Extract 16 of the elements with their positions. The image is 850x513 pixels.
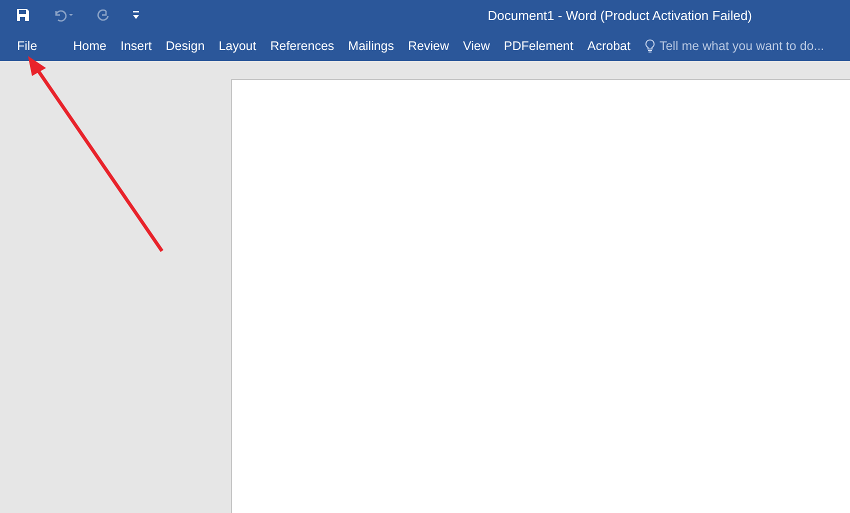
window-title: Document1 - Word (Product Activation Failed) <box>488 8 752 22</box>
ribbon-tab[interactable]: Review <box>401 38 456 52</box>
ribbon-tab[interactable]: File <box>10 38 44 52</box>
ribbon-tab[interactable]: PDFelement <box>496 38 580 52</box>
save-icon[interactable] <box>16 8 30 22</box>
ribbon-tab[interactable]: Layout <box>212 38 264 52</box>
lightbulb-icon <box>645 38 656 52</box>
ribbon-tab[interactable]: Design <box>158 38 212 52</box>
tell-me-field[interactable]: Tell me what you want to do... <box>659 38 850 52</box>
customize-icon[interactable] <box>132 10 140 20</box>
ribbon-tab[interactable]: Home <box>66 38 114 52</box>
ribbon-tab[interactable]: References <box>263 38 342 52</box>
ribbon-tab[interactable]: Mailings <box>341 38 402 52</box>
ribbon-tab[interactable]: Insert <box>114 38 159 52</box>
ribbon-tab[interactable]: View <box>456 38 497 52</box>
ribbon-tab[interactable]: Acrobat <box>580 38 638 52</box>
